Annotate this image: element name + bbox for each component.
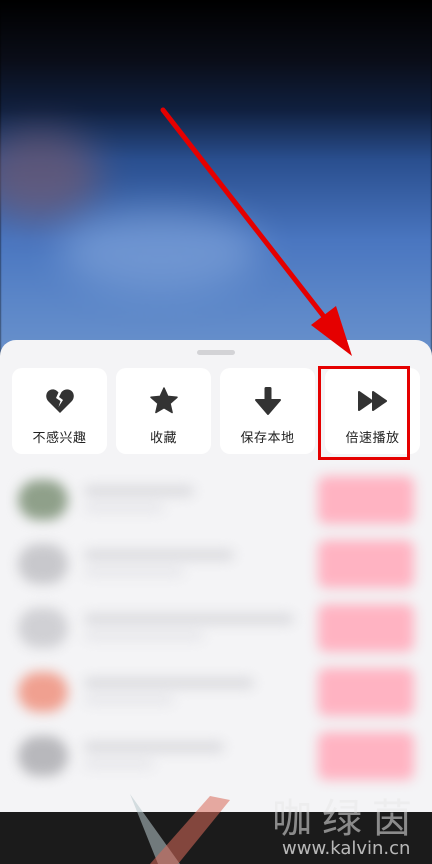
- star-icon: [147, 384, 181, 418]
- favorite-label: 收藏: [149, 431, 177, 446]
- list-item[interactable]: [0, 598, 432, 658]
- save-local-button[interactable]: 保存本地: [220, 368, 315, 454]
- action-row: 不感兴趣 收藏 保存本地 倍速播放: [12, 368, 420, 456]
- watermark: 咖绿茵 www.kalvin.cn: [0, 786, 432, 864]
- not-interested-button[interactable]: 不感兴趣: [12, 368, 107, 454]
- fast-forward-icon: [356, 384, 390, 418]
- list-item[interactable]: [0, 534, 432, 594]
- playback-speed-button[interactable]: 倍速播放: [325, 368, 420, 454]
- favorite-button[interactable]: 收藏: [116, 368, 211, 454]
- list-item[interactable]: [0, 662, 432, 722]
- download-arrow-icon: [251, 384, 285, 418]
- list-item[interactable]: [0, 726, 432, 786]
- playback-speed-label: 倍速播放: [345, 431, 400, 446]
- sheet-drag-handle[interactable]: [197, 350, 235, 355]
- list-item[interactable]: [0, 470, 432, 530]
- watermark-url: www.kalvin.cn: [282, 838, 411, 859]
- save-local-label: 保存本地: [240, 431, 295, 446]
- broken-heart-icon: [43, 384, 77, 418]
- watermark-brand: 咖绿茵: [272, 796, 422, 842]
- more-options-sheet: 不感兴趣 收藏 保存本地 倍速播放: [0, 340, 432, 812]
- blurred-video-background[interactable]: [0, 0, 432, 360]
- not-interested-label: 不感兴趣: [32, 431, 87, 446]
- watermark-logo: [130, 794, 230, 864]
